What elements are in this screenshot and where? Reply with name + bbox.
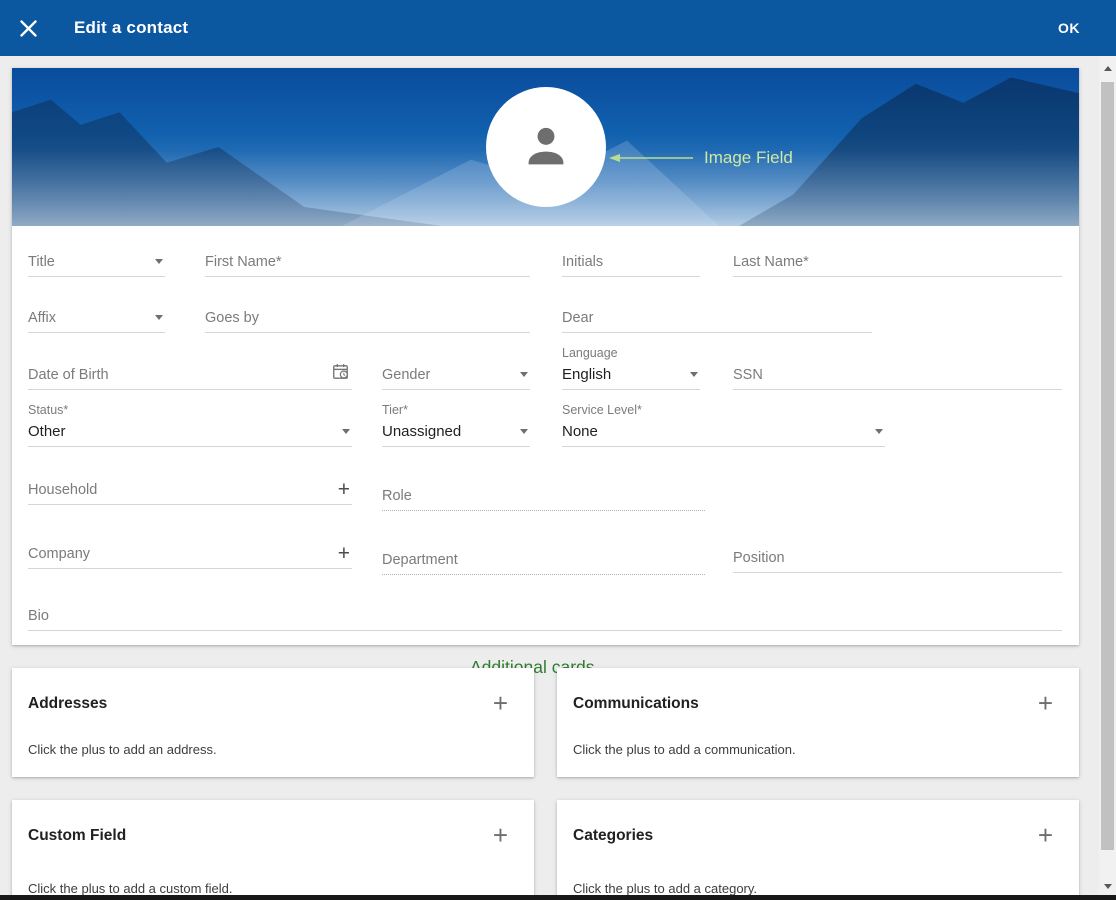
language-label: Language <box>562 346 618 360</box>
last-name-field[interactable]: Last Name* <box>733 247 1062 277</box>
scroll-down-icon <box>1104 884 1112 889</box>
card-hint: Click the plus to add a communication. <box>573 742 796 757</box>
first-name-placeholder: First Name* <box>205 254 282 270</box>
close-icon <box>20 20 37 37</box>
chevron-down-icon <box>520 429 528 434</box>
bio-field[interactable]: Bio <box>28 601 1062 631</box>
position-placeholder: Position <box>733 550 785 566</box>
tier-select[interactable]: Tier* Unassigned <box>382 403 530 447</box>
addresses-card: Addresses + Click the plus to add an add… <box>12 668 534 777</box>
scroll-up-button[interactable] <box>1099 58 1116 78</box>
initials-placeholder: Initials <box>562 254 603 270</box>
service-level-label: Service Level* <box>562 403 642 417</box>
categories-card: Categories + Click the plus to add a cat… <box>557 800 1079 900</box>
calendar-clock-icon[interactable] <box>331 362 350 386</box>
affix-label: Affix <box>28 310 56 326</box>
company-placeholder: Company <box>28 546 90 562</box>
chevron-down-icon <box>155 259 163 264</box>
language-value: English <box>562 366 611 383</box>
gender-label: Gender <box>382 367 430 383</box>
date-of-birth-placeholder: Date of Birth <box>28 367 109 383</box>
company-field[interactable]: Company + <box>28 539 352 569</box>
scrollbar-thumb[interactable] <box>1101 82 1114 850</box>
dear-placeholder: Dear <box>562 310 593 326</box>
add-household-icon[interactable]: + <box>338 479 350 500</box>
ssn-field[interactable]: SSN <box>733 360 1062 390</box>
status-select[interactable]: Status* Other <box>28 403 352 447</box>
household-placeholder: Household <box>28 482 97 498</box>
card-hint: Click the plus to add a custom field. <box>28 881 233 896</box>
scroll-up-icon <box>1104 66 1112 71</box>
ok-button[interactable]: OK <box>1046 0 1092 56</box>
gender-select[interactable]: Gender <box>382 360 530 390</box>
chevron-down-icon <box>690 372 698 377</box>
add-communication-icon[interactable]: + <box>1038 690 1053 716</box>
dear-field[interactable]: Dear <box>562 303 872 333</box>
last-name-placeholder: Last Name* <box>733 254 809 270</box>
contact-form: Title First Name* Initials Last Name* Af… <box>12 226 1079 645</box>
chevron-down-icon <box>520 372 528 377</box>
dialog-title: Edit a contact <box>74 18 188 38</box>
service-level-value: None <box>562 423 598 440</box>
edit-contact-dialog: Edit a contact OK Image Field <box>0 0 1116 900</box>
role-field: Role <box>382 481 705 511</box>
role-placeholder: Role <box>382 488 412 504</box>
card-title: Addresses <box>28 695 107 713</box>
card-hint: Click the plus to add a category. <box>573 881 757 896</box>
vertical-scrollbar[interactable] <box>1099 56 1116 900</box>
image-field-annotation-text: Image Field <box>704 148 793 168</box>
image-field-annotation: Image Field <box>607 148 793 168</box>
chevron-down-icon <box>155 315 163 320</box>
card-title: Custom Field <box>28 827 126 845</box>
person-icon <box>517 118 575 176</box>
annotation-arrow-icon <box>607 152 695 164</box>
department-placeholder: Department <box>382 552 458 568</box>
date-of-birth-field[interactable]: Date of Birth <box>28 360 352 390</box>
scroll-down-button[interactable] <box>1099 876 1116 896</box>
affix-select[interactable]: Affix <box>28 303 165 333</box>
position-field[interactable]: Position <box>733 543 1062 573</box>
close-button[interactable] <box>0 0 56 56</box>
tier-label: Tier* <box>382 403 408 417</box>
ssn-placeholder: SSN <box>733 367 763 383</box>
department-field: Department <box>382 545 705 575</box>
custom-field-card: Custom Field + Click the plus to add a c… <box>12 800 534 900</box>
bio-placeholder: Bio <box>28 608 49 624</box>
communications-card: Communications + Click the plus to add a… <box>557 668 1079 777</box>
tier-value: Unassigned <box>382 423 461 440</box>
household-field[interactable]: Household + <box>28 475 352 505</box>
service-level-select[interactable]: Service Level* None <box>562 403 885 447</box>
chevron-down-icon <box>875 429 883 434</box>
initials-field[interactable]: Initials <box>562 247 700 277</box>
add-company-icon[interactable]: + <box>338 543 350 564</box>
title-label: Title <box>28 254 55 270</box>
contact-image-field[interactable] <box>486 87 606 207</box>
contact-form-card: Image Field Title First Name* Initials L… <box>12 68 1079 645</box>
add-custom-field-icon[interactable]: + <box>493 822 508 848</box>
status-label: Status* <box>28 403 68 417</box>
goes-by-field[interactable]: Goes by <box>205 303 530 333</box>
card-title: Categories <box>573 827 653 845</box>
first-name-field[interactable]: First Name* <box>205 247 530 277</box>
dialog-header: Edit a contact OK <box>0 0 1116 56</box>
title-select[interactable]: Title <box>28 247 165 277</box>
language-select[interactable]: Language English <box>562 346 700 390</box>
goes-by-placeholder: Goes by <box>205 310 259 326</box>
status-value: Other <box>28 423 66 440</box>
card-hint: Click the plus to add an address. <box>28 742 217 757</box>
add-category-icon[interactable]: + <box>1038 822 1053 848</box>
card-title: Communications <box>573 695 699 713</box>
window-bottom-edge <box>0 895 1116 900</box>
chevron-down-icon <box>342 429 350 434</box>
add-address-icon[interactable]: + <box>493 690 508 716</box>
